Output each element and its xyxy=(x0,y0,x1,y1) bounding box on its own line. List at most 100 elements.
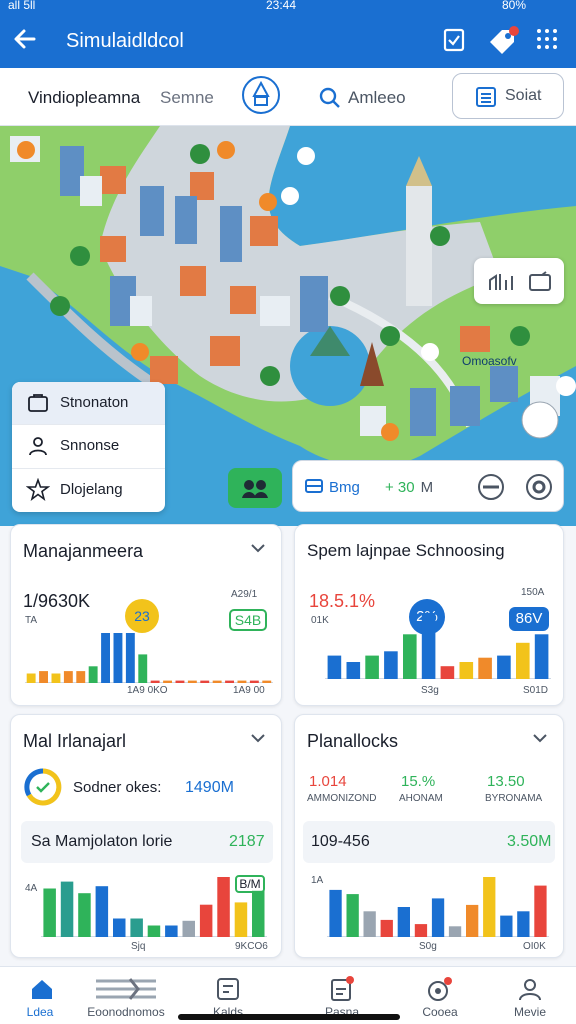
chart-bar xyxy=(63,671,73,683)
chart-bar xyxy=(113,918,126,937)
chart-bar xyxy=(517,911,530,937)
settings-gear-icon[interactable] xyxy=(525,473,553,501)
chart-bar xyxy=(483,877,496,937)
card-value: 18.5.1% xyxy=(309,591,376,611)
map-layer-menu: Stnonaton Snnonse Dlojelang xyxy=(12,382,165,512)
grid-menu-icon[interactable] xyxy=(534,26,564,56)
nav-item-economics[interactable]: Eoonodnomos xyxy=(78,967,174,1024)
chevron-down-icon[interactable] xyxy=(249,539,267,557)
clipboard-check-icon[interactable] xyxy=(440,26,470,56)
chart-bar xyxy=(212,680,222,683)
chart-bar xyxy=(249,680,259,683)
chart-bar xyxy=(125,633,135,683)
search-icon xyxy=(319,87,340,108)
card-title: Manajanmeera xyxy=(23,541,144,561)
chart-bar xyxy=(165,925,178,937)
menu-item-person[interactable]: Snnonse xyxy=(12,424,165,466)
list-icon xyxy=(476,87,496,107)
menu-item-label: Stnonaton xyxy=(60,394,129,411)
tab-primary[interactable]: Vindiopleamna xyxy=(28,88,140,108)
app-title: Simulaidldcol xyxy=(66,30,184,52)
bar-chart-management xyxy=(25,633,273,683)
ring-value: 1490M xyxy=(185,779,234,796)
info-label: Bmg xyxy=(329,479,360,496)
x-axis-label: S3g xyxy=(421,685,439,696)
stat-value: 13.50 xyxy=(487,773,525,790)
chart-bar xyxy=(497,655,511,679)
summary-row[interactable]: 109-456 3.50M xyxy=(303,821,555,863)
summary-row[interactable]: Sa Mamjolaton lorie 2187 xyxy=(21,821,273,863)
highlight-badge: 23 xyxy=(125,599,159,633)
document-alert-icon xyxy=(331,976,354,1001)
card-value: 1/9630K xyxy=(23,591,91,611)
chart-bar xyxy=(130,918,143,937)
route-icon[interactable] xyxy=(477,473,505,501)
chart-bar xyxy=(459,662,474,679)
chart-bar xyxy=(363,911,376,937)
folder-tool-icon[interactable] xyxy=(528,270,552,294)
y-axis-top: 1A xyxy=(311,875,324,886)
chart-bar xyxy=(346,894,359,937)
card-subvalue: TA xyxy=(25,615,38,626)
chart-bar xyxy=(262,680,272,683)
chart-bar xyxy=(88,666,98,683)
chart-bar xyxy=(329,889,342,937)
sort-button[interactable]: Soiat xyxy=(452,73,564,119)
x-axis-label: 1A9 0KO xyxy=(127,685,168,696)
chart-bar xyxy=(182,920,195,937)
chart-bar xyxy=(150,680,160,683)
card-management: Manajanmeera 1/9630K TA 23 A29/1 S4B 1A9… xyxy=(10,524,282,706)
chart-bar xyxy=(534,885,547,937)
nav-item-profile[interactable]: Mevie xyxy=(482,967,576,1024)
tab-bar: Vindiopleamna Semne Amleeo Soiat xyxy=(0,68,576,126)
delta-badge: S4B xyxy=(229,609,267,631)
menu-item-label: Dlojelang xyxy=(60,481,123,498)
stat-label: BYRONAMA xyxy=(485,793,543,804)
card-planning-blocks: Planallocks 1.014 AMMONIZOND 15.% AHONAM… xyxy=(294,714,564,958)
chevron-down-icon[interactable] xyxy=(531,729,549,747)
chart-bar xyxy=(113,633,123,683)
nav-item-goals[interactable]: Cooea xyxy=(392,967,488,1024)
chart-bar xyxy=(534,634,549,679)
chart-bar xyxy=(365,655,379,679)
people-icon xyxy=(242,480,268,498)
chart-bar xyxy=(516,642,530,679)
chart-bar xyxy=(346,662,361,679)
card-right-top: 150A xyxy=(521,587,545,598)
chart-bar xyxy=(500,915,513,937)
stat-label: AHONAM xyxy=(399,793,443,804)
x-axis-end: 9KCO6 xyxy=(235,941,268,952)
card-scheduling: Spem lajnpae Schnoosing 18.5.1% 01K 2% 1… xyxy=(294,524,564,706)
chart-bar xyxy=(448,926,462,937)
chart-bar xyxy=(60,881,74,937)
bar-chart-operations xyxy=(41,877,267,937)
chart-bar xyxy=(327,655,342,679)
temple-logo-icon[interactable] xyxy=(242,76,280,114)
x-axis-end: S01D xyxy=(523,685,549,696)
tag-notification-icon[interactable] xyxy=(486,26,519,56)
chart-bar xyxy=(440,666,455,679)
summary-label: Sa Mamjolaton lorie xyxy=(31,833,173,850)
chart-bar xyxy=(43,888,56,937)
card-operations: Mal Irlanajarl Sodner okes: 1490M Sa Mam… xyxy=(10,714,282,958)
summary-value: 2187 xyxy=(229,833,265,850)
chart-tool-icon[interactable] xyxy=(488,270,514,294)
x-axis-end: 1A9 00 xyxy=(233,685,265,696)
map-info-bar: Bmg + 30 M xyxy=(292,460,564,512)
briefcase-icon xyxy=(28,394,48,412)
tab-secondary[interactable]: Semne xyxy=(160,88,214,108)
info-value: + 30 M xyxy=(385,479,433,496)
map-area-label: Omoasofv xyxy=(462,354,517,368)
chart-bar xyxy=(163,680,172,683)
target-icon xyxy=(428,977,452,1001)
menu-item-planning[interactable]: Dlojelang xyxy=(12,468,165,510)
chevron-down-icon[interactable] xyxy=(249,729,267,747)
back-arrow-icon[interactable] xyxy=(12,26,42,56)
ring-label: Sodner okes: xyxy=(73,779,162,796)
chart-bar xyxy=(237,680,247,683)
card-right-top: A29/1 xyxy=(231,589,258,600)
map-layer-toggle[interactable] xyxy=(228,468,282,508)
menu-item-station[interactable]: Stnonaton xyxy=(12,382,165,424)
card-title: Planallocks xyxy=(307,731,399,751)
search-field[interactable]: Amleeo xyxy=(318,86,406,110)
